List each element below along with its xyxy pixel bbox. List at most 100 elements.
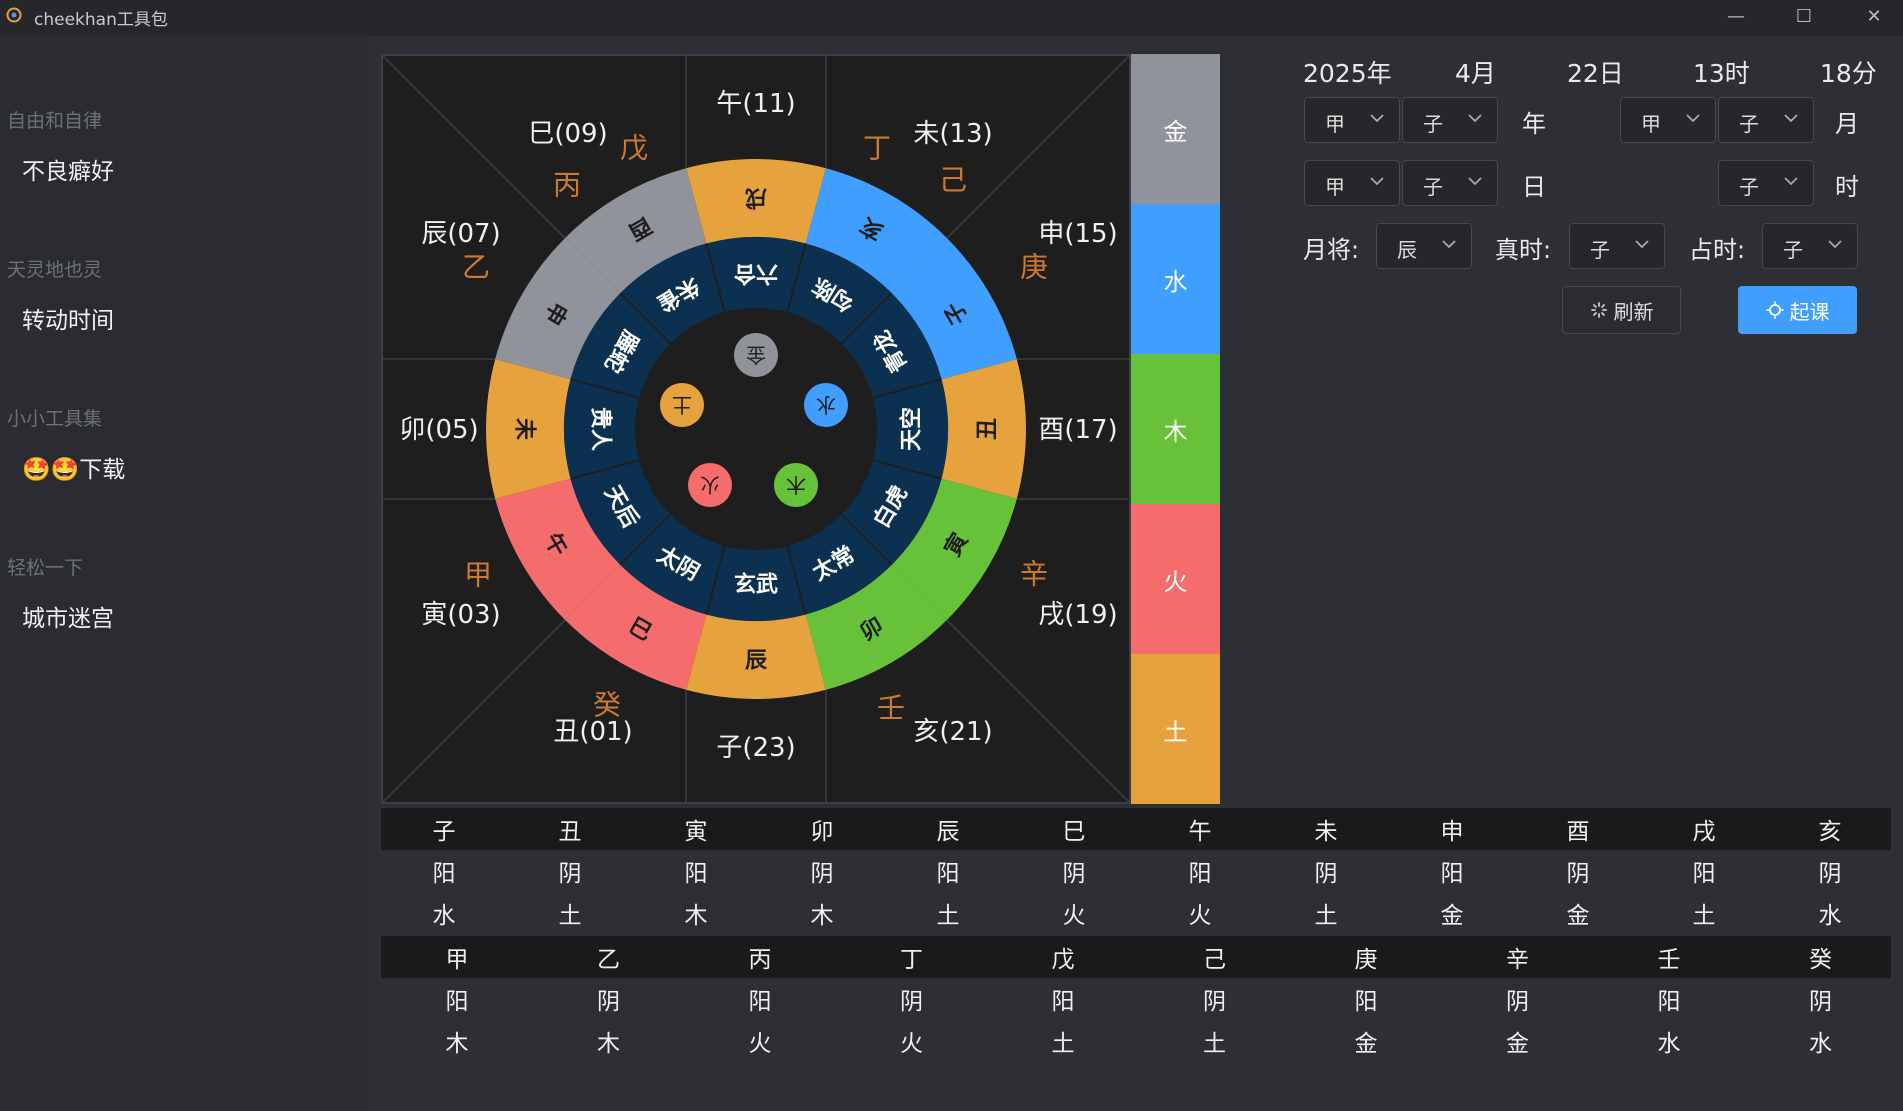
- heavenly-stem-label: 甲: [464, 559, 492, 592]
- table-cell: 土: [558, 903, 582, 929]
- sidebar-group-label: 轻松一下: [7, 557, 84, 579]
- element-pillar-segment: 土: [1131, 654, 1220, 804]
- table-cell: 火: [1062, 903, 1086, 929]
- table-cell: 阴: [1062, 861, 1086, 887]
- sidebar-group-label: 小小工具集: [7, 408, 103, 430]
- outer-ring-branch: 未: [512, 418, 537, 440]
- table-cell: 土: [936, 903, 960, 929]
- table-cell: 阴: [1506, 989, 1529, 1015]
- table-cell: 金: [1440, 903, 1464, 929]
- year-stem-select[interactable]: 甲: [1304, 97, 1400, 143]
- chevron-down-icon: [1686, 114, 1700, 123]
- zhenshi-select[interactable]: 子: [1569, 223, 1665, 269]
- branch-hour-label: 巳(09): [528, 119, 607, 149]
- chevron-down-icon: [1468, 114, 1482, 123]
- refresh-button-label: 刷新: [1613, 299, 1654, 324]
- element-dot-label: 金: [746, 343, 766, 367]
- sidebar-item-bad-habits[interactable]: 不良癖好: [22, 152, 114, 186]
- heavenly-stem-label: 己: [939, 164, 967, 197]
- sidebar-item-city-maze[interactable]: 城市迷宫: [22, 599, 114, 633]
- table-row: 阳阴阳阴阳阴阳阴阳阴: [381, 978, 1891, 1020]
- table-row: 甲乙丙丁戊己庚辛壬癸: [381, 936, 1891, 978]
- table-cell: 阳: [936, 861, 960, 887]
- chevron-down-icon: [1442, 240, 1456, 249]
- table-cell: 阴: [1818, 861, 1842, 887]
- zhanshi-select[interactable]: 子: [1762, 223, 1858, 269]
- maximize-button[interactable]: ☐: [1775, 0, 1833, 32]
- hour-branch-select[interactable]: 子: [1718, 160, 1814, 206]
- table-cell: 未: [1314, 819, 1338, 845]
- refresh-button[interactable]: 刷新: [1562, 286, 1681, 334]
- table-cell: 阳: [748, 989, 772, 1015]
- month-branch-select[interactable]: 子: [1718, 97, 1814, 143]
- table-cell: 土: [1203, 1031, 1226, 1057]
- chevron-down-icon: [1635, 240, 1649, 249]
- table-cell: 阴: [558, 861, 582, 887]
- branch-hour-label: 子(23): [716, 733, 795, 763]
- branch-hour-label: 午(11): [716, 89, 795, 119]
- table-cell: 辛: [1506, 947, 1529, 973]
- element-pillar-segment: 水: [1131, 204, 1220, 354]
- table-cell: 阴: [900, 989, 923, 1015]
- table-cell: 木: [810, 903, 834, 929]
- month-stem-select[interactable]: 甲: [1620, 97, 1716, 143]
- zhenshi-label: 真时:: [1495, 236, 1552, 264]
- branch-hour-label: 未(13): [913, 119, 992, 149]
- loading-icon: [1590, 302, 1607, 318]
- branch-hour-label: 酉(17): [1038, 415, 1117, 445]
- heavenly-stem-label: 辛: [1020, 558, 1048, 591]
- table-cell: 木: [597, 1031, 620, 1057]
- table-cell: 阴: [810, 861, 834, 887]
- branch-hour-label: 寅(03): [421, 600, 500, 630]
- table-cell: 戊: [1051, 947, 1075, 973]
- table-cell: 阴: [1203, 989, 1226, 1015]
- table-cell: 卯: [810, 819, 834, 845]
- branch-hour-label: 丑(01): [553, 717, 632, 747]
- table-cell: 水: [432, 903, 456, 929]
- table-cell: 阳: [1354, 989, 1378, 1015]
- outer-ring-branch: 辰: [745, 649, 767, 674]
- zhanshi-label: 占时:: [1689, 236, 1746, 264]
- year-label: 年: [1522, 110, 1546, 138]
- table-cell: 阳: [1657, 989, 1681, 1015]
- year-branch-select[interactable]: 子: [1402, 97, 1498, 143]
- table-row: 水土木木土火火土金金土水: [381, 892, 1891, 934]
- day-stem-select[interactable]: 甲: [1304, 160, 1400, 206]
- branch-hour-label: 申(15): [1038, 219, 1117, 249]
- table-cell: 午: [1188, 819, 1212, 845]
- heavenly-stem-label: 戊: [620, 132, 648, 165]
- element-pillar-segment: 金: [1131, 54, 1220, 204]
- close-button[interactable]: ✕: [1845, 0, 1903, 32]
- table-cell: 壬: [1657, 947, 1681, 973]
- heavenly-stem-label: 庚: [1020, 251, 1048, 284]
- table-cell: 水: [1809, 1031, 1832, 1057]
- table-cell: 癸: [1809, 947, 1832, 973]
- app-logo-icon: [6, 7, 22, 23]
- sidebar-item-download[interactable]: 🤩🤩下载: [22, 450, 125, 484]
- sidebar-group-label: 天灵地也灵: [7, 259, 103, 281]
- general-label: 玄武: [734, 572, 778, 598]
- element-dot-label: 火: [700, 473, 720, 497]
- heavenly-stem-label: 乙: [462, 251, 490, 284]
- table-cell: 金: [1506, 1031, 1529, 1057]
- general-label: 贵人: [588, 407, 613, 451]
- start-divination-button[interactable]: 起课: [1738, 286, 1857, 334]
- table-cell: 丑: [558, 819, 582, 845]
- branch-hour-label: 辰(07): [421, 219, 500, 249]
- day-label: 日: [1522, 173, 1546, 201]
- table-cell: 己: [1203, 947, 1226, 973]
- outer-ring-branch: 戌: [745, 185, 767, 210]
- table-cell: 土: [1051, 1031, 1075, 1057]
- minute-display: 18分: [1820, 59, 1877, 88]
- day-branch-select[interactable]: 子: [1402, 160, 1498, 206]
- table-cell: 辰: [936, 819, 960, 845]
- title-bar: cheekhan工具包 — ☐ ✕: [0, 0, 1903, 36]
- chevron-down-icon: [1468, 177, 1482, 186]
- table-cell: 水: [1818, 903, 1842, 929]
- table-cell: 金: [1354, 1031, 1378, 1057]
- yuejiang-select[interactable]: 辰: [1376, 223, 1472, 269]
- table-cell: 亥: [1818, 819, 1842, 845]
- sidebar-item-rotate-time[interactable]: 转动时间: [22, 301, 114, 335]
- table-row: 阳阴阳阴阳阴阳阴阳阴阳阴: [381, 850, 1891, 892]
- minimize-button[interactable]: —: [1707, 0, 1765, 32]
